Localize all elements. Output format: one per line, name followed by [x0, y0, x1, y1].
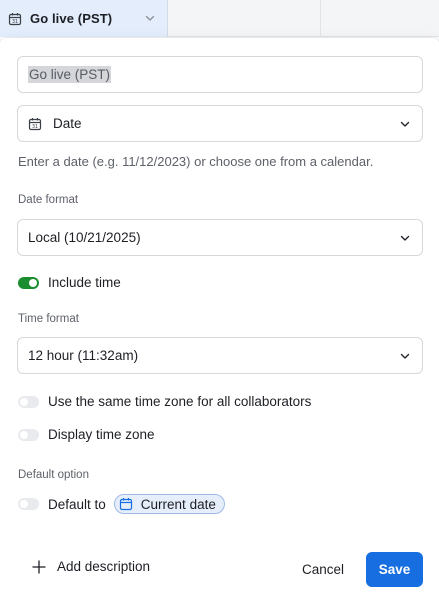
display-timezone-toggle[interactable] — [18, 428, 39, 441]
same-timezone-toggle[interactable] — [18, 395, 39, 408]
field-config-popover: Go live (PST) 31 Date Enter a date (e.g.… — [0, 38, 439, 603]
plus-icon — [32, 559, 46, 574]
time-format-label: Time format — [18, 313, 79, 325]
display-timezone-label: Display time zone — [48, 427, 155, 442]
column-header-strip: 31 Go live (PST) — [0, 0, 439, 37]
save-button[interactable]: Save — [366, 552, 423, 587]
include-time-row[interactable]: Include time — [18, 275, 121, 290]
column-header-go-live[interactable]: 31 Go live (PST) — [0, 0, 168, 37]
cancel-button[interactable]: Cancel — [294, 552, 352, 586]
current-date-chip[interactable]: Current date — [113, 494, 225, 514]
svg-text:31: 31 — [12, 19, 18, 25]
field-type-select[interactable]: 31 Date — [17, 105, 423, 142]
default-option-label: Default option — [18, 469, 89, 481]
add-description-label: Add description — [57, 559, 151, 574]
default-option-toggle[interactable] — [18, 498, 39, 510]
chevron-down-icon — [400, 235, 410, 241]
calendar-icon: 31 — [28, 117, 42, 130]
display-timezone-row[interactable]: Display time zone — [18, 427, 155, 442]
time-format-value: 12 hour (11:32am) — [28, 348, 139, 363]
field-type-value: Date — [53, 116, 82, 131]
chevron-down-icon[interactable] — [144, 12, 156, 24]
column-title: Go live (PST) — [30, 11, 113, 26]
same-timezone-row[interactable]: Use the same time zone for all collabora… — [18, 394, 311, 409]
column-divider — [320, 0, 321, 37]
default-option-row[interactable]: Default to Current date — [18, 494, 225, 514]
chevron-down-icon — [400, 353, 410, 359]
chevron-down-icon — [400, 121, 410, 127]
include-time-toggle[interactable] — [18, 276, 39, 289]
field-name-input[interactable]: Go live (PST) — [17, 56, 423, 93]
current-date-chip-label: Current date — [140, 496, 216, 512]
svg-text:31: 31 — [32, 124, 38, 130]
date-format-select[interactable]: Local (10/21/2025) — [17, 219, 423, 256]
field-name-value: Go live (PST) — [28, 66, 112, 83]
default-to-label: Default to — [48, 496, 106, 512]
time-format-select[interactable]: 12 hour (11:32am) — [17, 337, 423, 374]
calendar-icon: 31 — [8, 12, 22, 25]
calendar-icon — [119, 498, 132, 511]
same-timezone-label: Use the same time zone for all collabora… — [48, 394, 312, 409]
add-description-button[interactable]: Add description — [32, 559, 150, 574]
date-format-value: Local (10/21/2025) — [28, 230, 141, 245]
field-type-hint: Enter a date (e.g. 11/12/2023) or choose… — [18, 154, 374, 169]
include-time-label: Include time — [48, 275, 121, 290]
date-format-label: Date format — [18, 194, 79, 206]
